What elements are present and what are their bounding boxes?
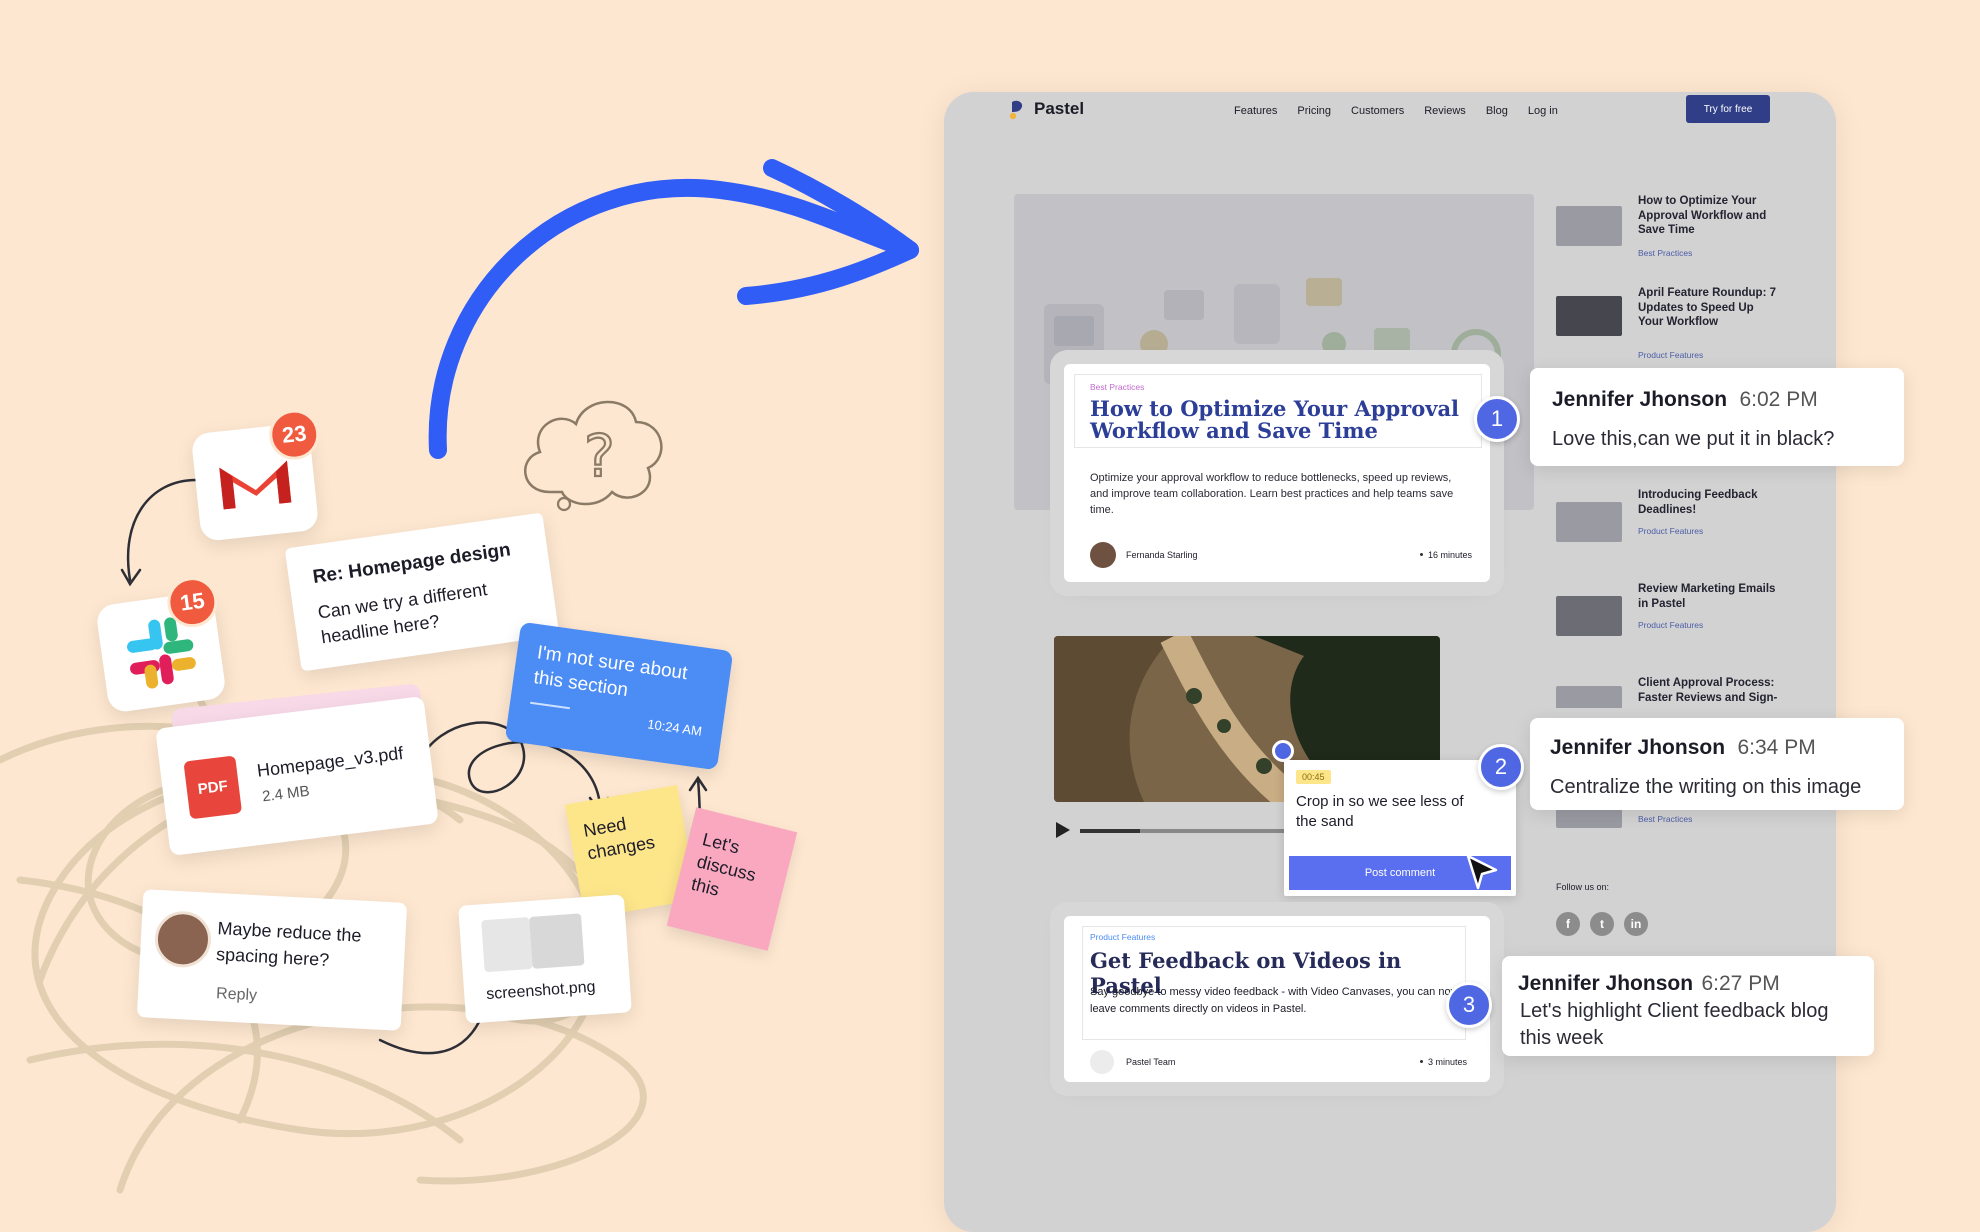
- pastel-logo-icon: [1009, 100, 1023, 120]
- nav-login[interactable]: Log in: [1528, 105, 1558, 117]
- pdf-size: 2.4 MB: [261, 782, 311, 806]
- pdf-icon: PDF: [183, 755, 243, 820]
- sidebar-post-tag: Best Practices: [1638, 248, 1693, 258]
- comment-time: 6:02 PM: [1739, 388, 1818, 411]
- sidebar-post-title: April Feature Roundup: 7 Updates to Spee…: [1638, 287, 1776, 328]
- try-for-free-button[interactable]: Try for free: [1686, 95, 1770, 123]
- pastel-logo[interactable]: Pastel: [1008, 98, 1084, 120]
- featured-author: Fernanda Starling: [1126, 550, 1198, 560]
- pastel-team-avatar: [1090, 1050, 1114, 1074]
- post-thumbnail: [1556, 686, 1622, 708]
- sidebar-post-tag: Best Practices: [1638, 814, 1693, 824]
- comment-time: 6:27 PM: [1701, 972, 1780, 995]
- video-progress-fill: [1080, 829, 1140, 833]
- twitter-icon[interactable]: t: [1590, 912, 1614, 936]
- nav-links: Features Pricing Customers Reviews Blog …: [1234, 105, 1558, 117]
- comment-pin-3[interactable]: 3: [1446, 982, 1492, 1028]
- commenter-name: Jennifer Jhonson: [1518, 972, 1694, 995]
- sidebar-post-tag: Product Features: [1638, 526, 1704, 536]
- comment-card-2[interactable]: Jennifer Jhonson 6:34 PM Centralize the …: [1530, 718, 1904, 810]
- commenter-name: Jennifer Jhonson: [1550, 736, 1726, 759]
- read-time-dot: [1420, 1060, 1423, 1063]
- post-thumbnail: [1556, 296, 1622, 336]
- post-thumbnail: [1556, 596, 1622, 636]
- image-icon: [481, 917, 533, 973]
- facebook-icon[interactable]: f: [1556, 912, 1580, 936]
- second-read-time: 3 minutes: [1428, 1057, 1468, 1067]
- follow-label: Follow us on:: [1556, 882, 1610, 892]
- comment-time: 6:34 PM: [1737, 736, 1816, 759]
- comment-header: Jennifer Jhonson 6:27 PM: [1518, 972, 1780, 996]
- gmail-tile[interactable]: 23: [190, 407, 322, 542]
- logo-text: Pastel: [1034, 99, 1085, 118]
- sidebar-post-title: How to Optimize Your Approval Workflow a…: [1638, 195, 1767, 236]
- second-tag: Product Features: [1090, 932, 1156, 942]
- second-author: Pastel Team: [1126, 1057, 1176, 1067]
- pdf-filename: Homepage_v3.pdf: [255, 742, 405, 781]
- nav-pricing[interactable]: Pricing: [1297, 105, 1331, 117]
- comment-pin-2[interactable]: 2: [1478, 744, 1524, 790]
- screenshot-filename: screenshot.png: [485, 978, 597, 1004]
- social-links: f t in: [1556, 912, 1648, 936]
- scrub-handle[interactable]: [1272, 740, 1294, 762]
- featured-tag: Best Practices: [1090, 382, 1145, 392]
- comment-card-1[interactable]: Jennifer Jhonson 6:02 PM Love this,can w…: [1530, 368, 1904, 466]
- post-thumbnail: [1556, 206, 1622, 246]
- sidebar-post[interactable]: Review Marketing Emails in Pastel Produc…: [1556, 582, 1806, 642]
- linkedin-icon[interactable]: in: [1624, 912, 1648, 936]
- comment-pin-1[interactable]: 1: [1474, 396, 1520, 442]
- reply-link[interactable]: Reply: [216, 985, 258, 1005]
- sidebar-post[interactable]: Introducing Feedback Deadlines! Product …: [1556, 488, 1806, 548]
- arrow-icon: [428, 159, 919, 459]
- sidebar-post-title: Introducing Feedback Deadlines!: [1638, 489, 1758, 516]
- screenshot-card[interactable]: screenshot.png: [458, 894, 632, 1024]
- sidebar-post-tag: Product Features: [1638, 350, 1704, 360]
- comment-header: Jennifer Jhonson 6:02 PM: [1552, 388, 1818, 412]
- comment-text: Love this,can we put it in black?: [1552, 428, 1835, 450]
- avatar: [153, 909, 213, 969]
- sidebar-post-title: Client Approval Process: Faster Reviews …: [1638, 677, 1778, 704]
- second-excerpt: Say goodbye to messy video feedback - wi…: [1090, 986, 1459, 1015]
- sidebar-post-title: Review Marketing Emails in Pastel: [1638, 583, 1776, 610]
- nav-reviews[interactable]: Reviews: [1424, 105, 1466, 117]
- sidebar-post-tag: Product Features: [1638, 620, 1704, 630]
- reply-text: Maybe reduce the spacing here?: [215, 918, 363, 970]
- post-thumbnail: [1556, 502, 1622, 542]
- slack-tile[interactable]: 15: [95, 573, 227, 714]
- nav-customers[interactable]: Customers: [1351, 105, 1404, 117]
- comment-header: Jennifer Jhonson 6:34 PM: [1550, 736, 1816, 760]
- sticky-yellow-text: Need changes: [581, 813, 657, 864]
- comment-text: Let's highlight Client feedback blog thi…: [1520, 1000, 1829, 1049]
- nav-features[interactable]: Features: [1234, 105, 1277, 117]
- comment-timestamp: 00:45: [1296, 770, 1331, 784]
- featured-article-card[interactable]: Best Practices How to Optimize Your Appr…: [1064, 364, 1490, 582]
- image-icon: [529, 913, 585, 969]
- site-nav: Pastel Features Pricing Customers Review…: [944, 92, 1836, 148]
- comment-text: Centralize the writing on this image: [1550, 776, 1862, 798]
- featured-excerpt: Optimize your approval workflow to reduc…: [1090, 472, 1454, 516]
- commenter-name: Jennifer Jhonson: [1552, 388, 1728, 411]
- comment-card-3[interactable]: Jennifer Jhonson 6:27 PM Let's highlight…: [1502, 956, 1874, 1056]
- browser-window: Pastel Features Pricing Customers Review…: [944, 92, 1836, 1232]
- read-time-dot: [1420, 553, 1423, 556]
- reply-card[interactable]: Maybe reduce the spacing here? Reply: [136, 889, 408, 1031]
- sidebar-post[interactable]: April Feature Roundup: 7 Updates to Spee…: [1556, 286, 1806, 366]
- featured-title[interactable]: How to Optimize Your Approval Workflow a…: [1090, 398, 1470, 442]
- sidebar-post[interactable]: Client Approval Process: Faster Reviews …: [1556, 676, 1806, 708]
- featured-read-time: 16 minutes: [1428, 550, 1473, 560]
- play-icon[interactable]: [1056, 822, 1070, 838]
- video-comment-text[interactable]: Crop in so we see less of the sand: [1296, 792, 1480, 832]
- sidebar-post[interactable]: How to Optimize Your Approval Workflow a…: [1556, 192, 1806, 262]
- author-avatar: [1090, 542, 1116, 568]
- second-article-card[interactable]: Product Features Get Feedback on Videos …: [1064, 916, 1490, 1082]
- sticky-pink-text: Let's discuss this: [689, 829, 758, 900]
- cursor-icon: [1466, 854, 1498, 890]
- nav-blog[interactable]: Blog: [1486, 105, 1508, 117]
